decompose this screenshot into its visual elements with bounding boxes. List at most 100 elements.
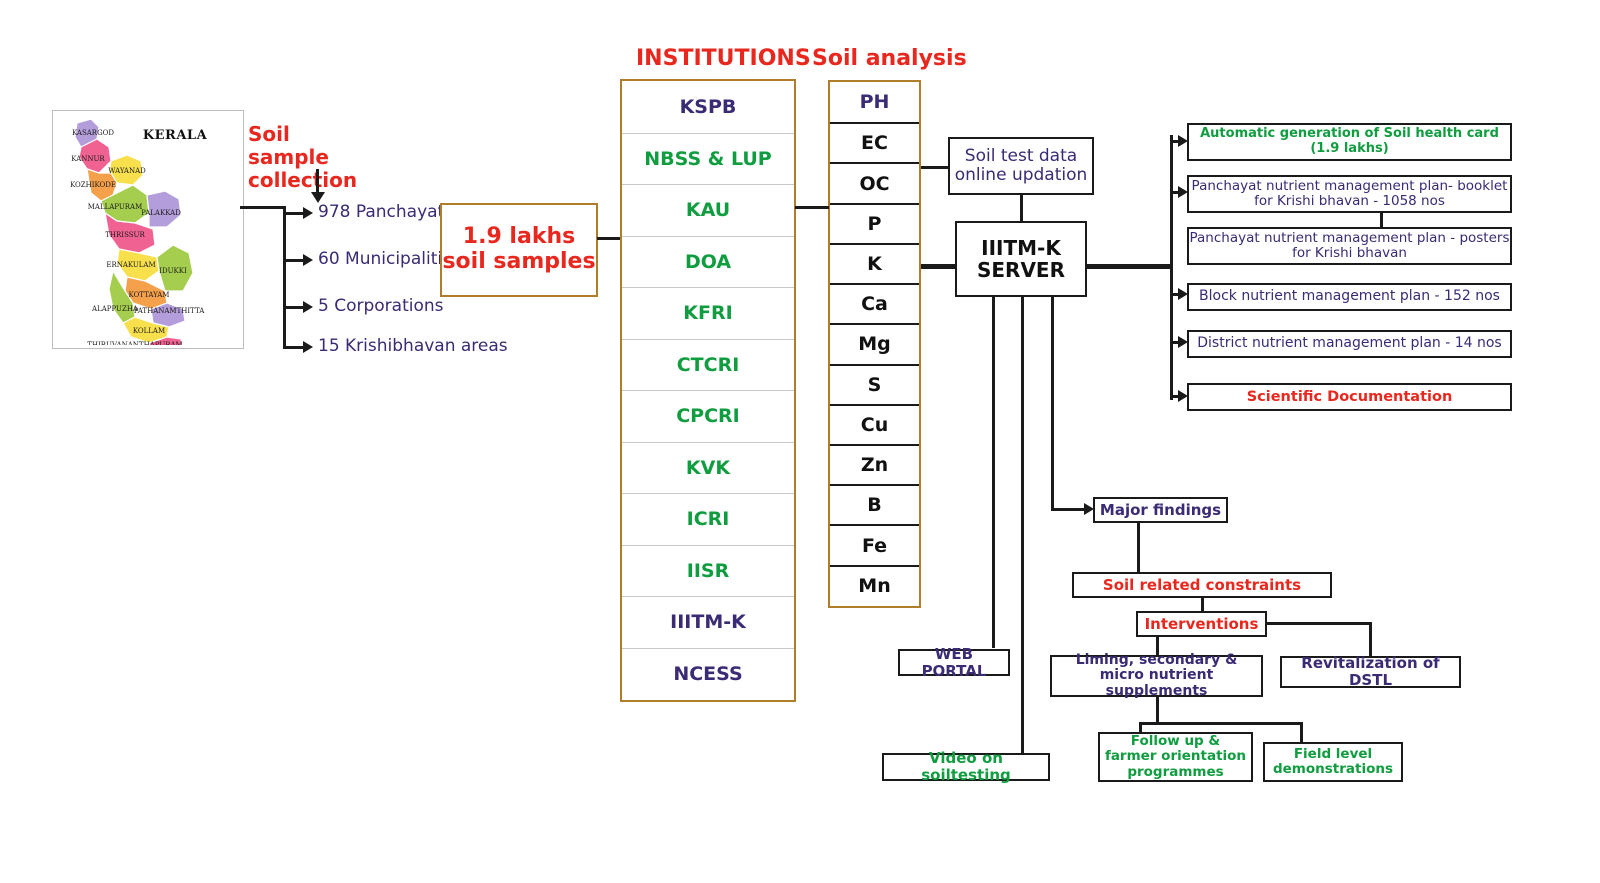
soil-analysis-header: Soil analysis xyxy=(812,46,967,71)
institution-cell-kspb[interactable]: KSPB xyxy=(622,81,794,133)
soil-param-cell-fe[interactable]: Fe xyxy=(830,524,919,564)
booklet-to-posters-line xyxy=(1380,212,1383,228)
institution-cell-nbss-lup[interactable]: NBSS & LUP xyxy=(622,132,794,185)
collection-leaf-3: 15 Krishibhavan areas xyxy=(318,336,508,356)
soil-param-cell-s[interactable]: S xyxy=(830,363,919,404)
institution-cell-cpcri[interactable]: CPCRI xyxy=(622,390,794,442)
institution-cell-doa[interactable]: DOA xyxy=(622,235,794,288)
output-3-line1: Block nutrient management plan - 152 nos xyxy=(1199,288,1500,305)
institution-cell-ctcri[interactable]: CTCRI xyxy=(622,338,794,391)
followup-line3: programmes xyxy=(1127,763,1224,780)
soil-param-cell-ca[interactable]: Ca xyxy=(830,283,919,323)
updation-to-server-line xyxy=(1020,194,1023,222)
soil-param-cell-cu[interactable]: Cu xyxy=(830,403,919,444)
field-line2: demonstrations xyxy=(1272,761,1394,777)
major-findings-label: Major findings xyxy=(1099,500,1222,519)
liming-line2: micro nutrient supplements xyxy=(1099,667,1214,699)
kerala-map-frame: KASARGOD KANNUR WAYANAD KOZHIKODE MALLAP… xyxy=(52,110,244,349)
institution-label: KAU xyxy=(685,199,731,222)
soil-param-cell-p[interactable]: P xyxy=(830,202,919,243)
field-demo-box: Field level demonstrations xyxy=(1263,742,1403,782)
institutions-header-text: INSTITUTIONS xyxy=(636,46,811,71)
institution-cell-ncess[interactable]: NCESS xyxy=(622,647,794,700)
followup-box: Follow up & farmer orientation programme… xyxy=(1098,732,1253,782)
institutions-to-soil-line xyxy=(795,206,829,209)
output-box-2: Panchayat nutrient management plan - pos… xyxy=(1187,227,1512,265)
server-line1: IIITM-K xyxy=(981,235,1061,260)
soil-param-cell-oc[interactable]: OC xyxy=(830,162,919,202)
institution-cell-kau[interactable]: KAU xyxy=(622,184,794,236)
soil-analysis-column: PH EC OC P K Ca Mg S Cu Zn B Fe Mn xyxy=(828,80,921,608)
soil-param-label: OC xyxy=(859,172,890,195)
soil-to-server-line xyxy=(921,264,957,269)
output-box-0: Automatic generation of Soil health card… xyxy=(1187,123,1512,161)
branch-line-4 xyxy=(283,346,305,349)
interventions-right-drop xyxy=(1369,622,1372,658)
institution-cell-iisr[interactable]: IISR xyxy=(622,544,794,597)
institution-label: CPCRI xyxy=(676,405,740,428)
revitalization-label: Revitalization of DSTL xyxy=(1301,654,1440,689)
institution-cell-iiitm-k[interactable]: IIITM-K xyxy=(622,596,794,648)
soil-param-cell-b[interactable]: B xyxy=(830,484,919,524)
liming-box: Liming, secondary & micro nutrient suppl… xyxy=(1050,651,1263,699)
soil-samples-line1: 1.9 lakhs xyxy=(462,224,576,250)
output-5-line1: Scientific Documentation xyxy=(1246,388,1453,405)
soil-samples-box: 1.9 lakhs soil samples xyxy=(440,203,598,297)
branch-arrow-2 xyxy=(303,254,313,266)
institutions-column: KSPB NBSS & LUP KAU DOA KFRI CTCRI CPCRI KVK ICR… xyxy=(620,79,796,702)
map-title: KERALA xyxy=(143,128,208,143)
liming-down-stem xyxy=(1156,696,1159,723)
svg-text:MALLAPURAM: MALLAPURAM xyxy=(88,203,143,211)
soil-constraints-box: Soil related constraints xyxy=(1072,572,1332,598)
server-down-line-video xyxy=(1021,296,1024,754)
soil-param-label: Cu xyxy=(860,413,889,436)
branch-line-3 xyxy=(283,306,305,309)
major-findings-box: Major findings xyxy=(1093,497,1228,523)
branch-line-1 xyxy=(283,212,305,215)
institution-cell-kvk[interactable]: KVK xyxy=(622,441,794,494)
output-4-line1: District nutrient management plan - 14 n… xyxy=(1197,335,1502,352)
branch-arrow-3 xyxy=(303,301,313,313)
server-down-line-web xyxy=(992,296,995,648)
field-line1: Field level xyxy=(1293,745,1373,762)
svg-text:ERNAKULAM: ERNAKULAM xyxy=(106,261,155,269)
liming-right-drop xyxy=(1300,722,1303,744)
server-down-line-findings xyxy=(1051,296,1054,511)
institution-label: KFRI xyxy=(683,302,733,325)
liming-split-bar xyxy=(1139,722,1303,725)
soil-param-cell-ph[interactable]: PH xyxy=(830,82,919,122)
soil-param-cell-ec[interactable]: EC xyxy=(830,122,919,162)
svg-text:KANNUR: KANNUR xyxy=(71,155,105,163)
institutions-header: INSTITUTIONS xyxy=(636,46,811,71)
svg-text:KOZHIKODE: KOZHIKODE xyxy=(70,181,116,189)
web-portal-box: WEB PORTAL xyxy=(898,645,1010,679)
institution-label: ICRI xyxy=(686,508,730,531)
server-box: IIITM-K SERVER xyxy=(955,221,1087,297)
followup-line2: farmer orientation xyxy=(1104,748,1247,765)
output-2-line1: Panchayat nutrient management plan - pos… xyxy=(1189,229,1510,246)
findings-connector-line xyxy=(1051,508,1088,511)
soil-param-label: Mn xyxy=(858,574,891,597)
soil-analysis-header-text: Soil analysis xyxy=(812,46,967,71)
institution-cell-icri[interactable]: ICRI xyxy=(622,493,794,545)
institution-cell-kfri[interactable]: KFRI xyxy=(622,287,794,339)
svg-text:THRISSUR: THRISSUR xyxy=(105,231,145,239)
soil-param-cell-mg[interactable]: Mg xyxy=(830,323,919,363)
soil-param-cell-mn[interactable]: Mn xyxy=(830,564,919,605)
collection-bracket-trunk xyxy=(283,206,286,349)
liming-line1: Liming, secondary & xyxy=(1075,651,1238,668)
soil-constraints-label: Soil related constraints xyxy=(1102,575,1302,594)
soil-param-cell-k[interactable]: K xyxy=(830,242,919,283)
institution-label: NCESS xyxy=(673,662,743,685)
svg-text:KASARGOD: KASARGOD xyxy=(72,129,114,137)
institution-label: KSPB xyxy=(679,95,737,118)
svg-text:IDUKKI: IDUKKI xyxy=(159,267,187,275)
output-1-line2: for Krishi bhavan - 1058 nos xyxy=(1254,193,1445,209)
map-to-bracket-line xyxy=(240,206,285,209)
output-box-4: District nutrient management plan - 14 n… xyxy=(1187,330,1512,358)
soil-sample-collection-label: Soil sample collection xyxy=(248,123,368,192)
soil-param-label: S xyxy=(867,373,882,396)
online-updation-box: Soil test data online updation xyxy=(948,137,1094,195)
soil-sample-collection-text: Soil sample collection xyxy=(248,122,358,192)
soil-param-cell-zn[interactable]: Zn xyxy=(830,443,919,484)
